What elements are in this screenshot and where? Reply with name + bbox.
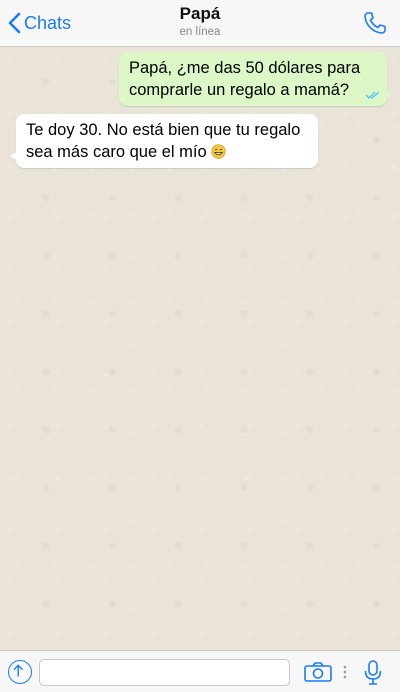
more-vertical-icon bbox=[343, 665, 347, 679]
chat-header: Chats Papá en línea bbox=[0, 0, 400, 47]
grinning-face-icon bbox=[211, 144, 226, 159]
microphone-button[interactable] bbox=[362, 659, 384, 686]
phone-call-button[interactable] bbox=[362, 10, 388, 36]
contact-status: en línea bbox=[179, 26, 221, 38]
camera-icon bbox=[304, 662, 332, 682]
message-text: Papá, ¿me das 50 dólares para comprarle … bbox=[129, 59, 361, 99]
camera-button[interactable] bbox=[303, 661, 333, 683]
compose-bar bbox=[0, 650, 400, 692]
message-text: Te doy 30. No está bien que tu regalo se… bbox=[26, 121, 301, 161]
contact-name: Papá bbox=[179, 4, 221, 23]
microphone-icon bbox=[364, 660, 382, 685]
share-button[interactable] bbox=[8, 660, 32, 684]
contact-info[interactable]: Papá en línea bbox=[0, 4, 400, 38]
phone-icon bbox=[364, 12, 386, 34]
arrow-up-icon bbox=[13, 664, 23, 677]
incoming-message[interactable]: Te doy 30. No está bien que tu regalo se… bbox=[10, 114, 318, 168]
outgoing-message[interactable]: Papá, ¿me das 50 dólares para comprarle … bbox=[119, 52, 393, 106]
double-check-icon bbox=[365, 91, 380, 99]
message-input[interactable] bbox=[39, 659, 290, 686]
